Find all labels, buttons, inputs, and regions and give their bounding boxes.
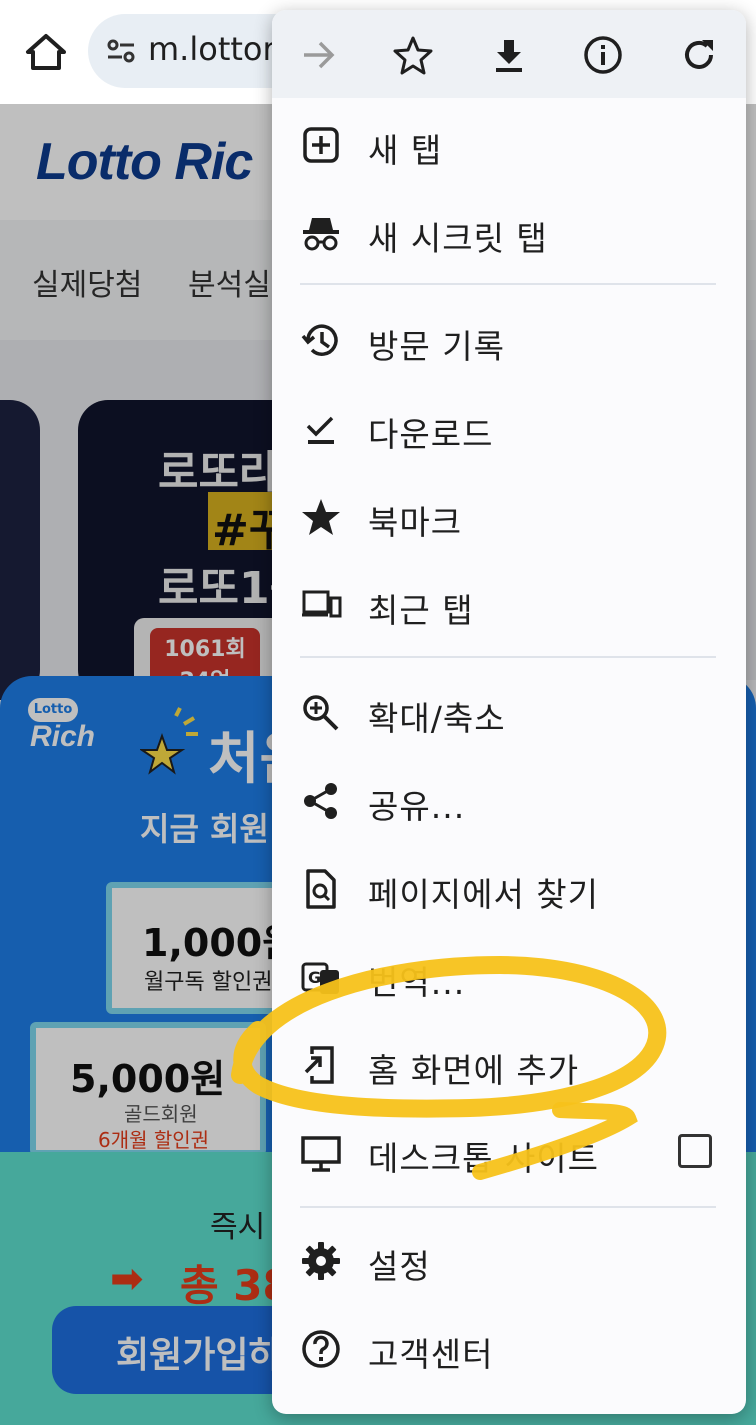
bookmarks-star-icon — [302, 499, 340, 535]
menu-item-new-tab[interactable]: 새 탭 — [272, 102, 746, 188]
menu-item-label: 번역... — [368, 963, 466, 1002]
menu-item-zoom[interactable]: 확대/축소 — [272, 670, 746, 756]
menu-item-add-to-home-screen[interactable]: 홈 화면에 추가 — [272, 1022, 746, 1108]
svg-text:G: G — [308, 968, 321, 987]
menu-item-label: 페이지에서 찾기 — [368, 875, 600, 914]
menu-item-label: 설정 — [368, 1247, 431, 1286]
menu-item-desktop-site[interactable]: 데스크톱 사이트 — [272, 1110, 746, 1196]
home-button[interactable] — [22, 28, 70, 76]
menu-item-label: 북마크 — [368, 503, 463, 542]
menu-divider — [300, 656, 716, 658]
menu-item-label: 새 시크릿 탭 — [368, 219, 548, 258]
menu-item-label: 최근 탭 — [368, 591, 474, 630]
bookmark-button[interactable] — [390, 32, 436, 78]
settings-gear-icon — [302, 1242, 340, 1280]
menu-item-label: 다운로드 — [368, 415, 494, 454]
site-settings-icon[interactable] — [106, 38, 136, 64]
new-tab-icon — [303, 127, 339, 163]
downloads-icon — [306, 416, 334, 444]
incognito-icon — [303, 218, 339, 251]
menu-toolbar — [272, 10, 746, 98]
add-to-home-screen-icon — [304, 1046, 334, 1084]
zoom-icon — [303, 695, 339, 731]
menu-item-bookmarks[interactable]: 북마크 — [272, 474, 746, 560]
menu-item-settings[interactable]: 설정 — [272, 1218, 746, 1304]
bookmark-star-icon — [393, 36, 433, 75]
forward-button[interactable] — [296, 32, 342, 78]
history-icon — [301, 324, 338, 356]
menu-item-label: 공유... — [368, 787, 466, 826]
forward-icon — [304, 41, 335, 69]
info-icon — [584, 36, 622, 74]
menu-item-label: 확대/축소 — [368, 699, 506, 738]
find-in-page-icon — [306, 869, 336, 909]
share-icon — [304, 783, 337, 819]
menu-item-label: 데스크톱 사이트 — [368, 1139, 600, 1178]
desktop-site-checkbox[interactable] — [678, 1134, 712, 1168]
translate-icon: G — [301, 962, 339, 994]
page-info-button[interactable] — [580, 32, 626, 78]
menu-divider — [300, 1206, 716, 1208]
menu-item-history[interactable]: 방문 기록 — [272, 298, 746, 384]
home-icon — [26, 34, 66, 70]
menu-item-find-in-page[interactable]: 페이지에서 찾기 — [272, 846, 746, 932]
refresh-button[interactable] — [676, 32, 722, 78]
menu-item-downloads[interactable]: 다운로드 — [272, 386, 746, 472]
menu-item-label: 고객센터 — [368, 1335, 494, 1374]
menu-item-share[interactable]: 공유... — [272, 758, 746, 844]
menu-divider — [300, 283, 716, 285]
menu-item-help[interactable]: 고객센터 — [272, 1306, 746, 1392]
overflow-menu: 새 탭 새 시크릿 탭 방문 기록 다운로드 북마크 최근 탭 확대/축소 공유… — [272, 10, 746, 1414]
menu-item-label: 방문 기록 — [368, 327, 505, 366]
menu-item-new-incognito-tab[interactable]: 새 시크릿 탭 — [272, 190, 746, 276]
download-button[interactable] — [486, 32, 532, 78]
recent-tabs-devices-icon — [302, 590, 342, 618]
desktop-site-icon — [301, 1136, 341, 1172]
menu-item-recent-tabs[interactable]: 최근 탭 — [272, 562, 746, 648]
download-icon — [496, 40, 522, 72]
menu-item-label: 홈 화면에 추가 — [368, 1051, 580, 1090]
menu-item-translate[interactable]: G 번역... — [272, 934, 746, 1020]
help-icon — [302, 1330, 340, 1368]
refresh-icon — [685, 40, 713, 69]
url-text: m.lottor — [148, 30, 276, 68]
menu-item-label: 새 탭 — [368, 131, 443, 170]
